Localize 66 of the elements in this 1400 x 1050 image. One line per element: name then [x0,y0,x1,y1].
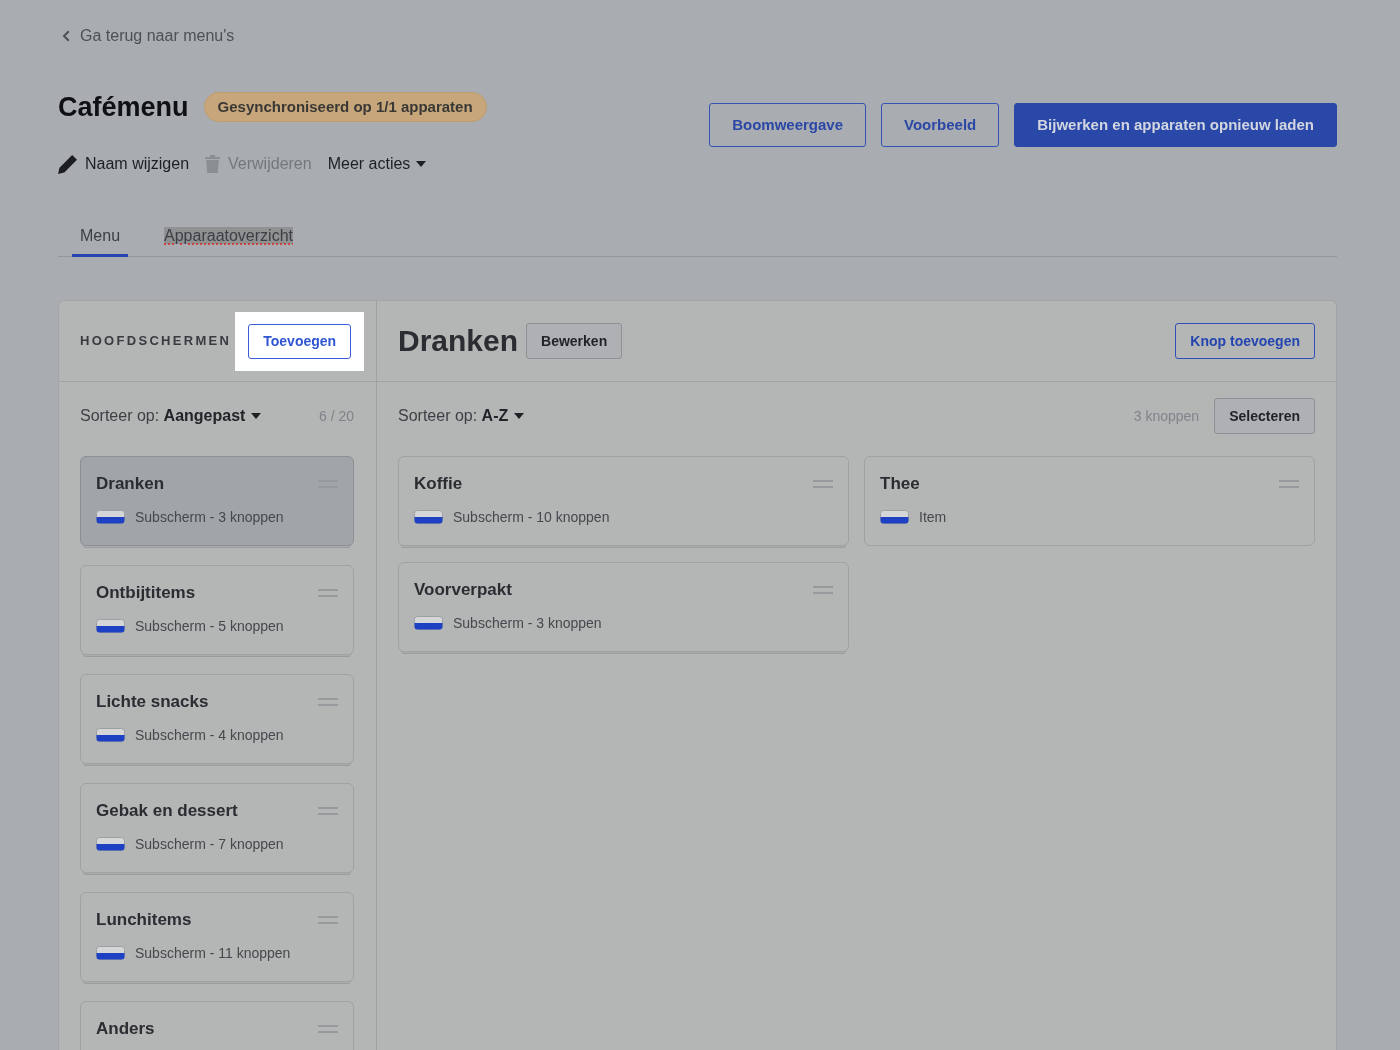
drag-handle-icon [318,807,338,815]
card-title: Thee [880,473,920,495]
card-title: Gebak en dessert [96,800,238,822]
screen-card[interactable]: Ontbijtitems Subscherm - 5 knoppen [80,565,354,655]
card-subtitle: Subscherm - 5 knoppen [135,617,284,636]
pencil-icon [58,154,77,174]
screen-card[interactable]: Dranken Subscherm - 3 knoppen [80,456,354,546]
screen-card[interactable]: Thee Item [864,456,1315,546]
add-button[interactable]: Toevoegen [248,323,352,359]
caret-down-icon [416,161,427,167]
drag-handle-icon [318,589,338,597]
screen-card[interactable]: Koffie Subscherm - 10 knoppen [398,456,849,546]
screen-swatch-icon [96,510,125,524]
card-subtitle: Subscherm - 3 knoppen [453,614,602,633]
tab[interactable]: Apparaatoverzicht [156,219,301,257]
card-title: Ontbijtitems [96,582,196,604]
card-subtitle: Subscherm - 10 knoppen [453,508,610,527]
tab[interactable]: Menu [72,219,129,257]
screen-swatch-icon [96,728,125,742]
drag-handle-icon [318,1025,338,1033]
view-button[interactable]: Voorbeeld [881,103,1000,147]
card-title: Koffie [414,473,463,495]
sync-status-badge: Gesynchroniseerd op 1/1 apparaten [203,92,487,122]
card-title: Dranken [96,473,165,495]
screen-card[interactable]: Gebak en dessert Subscherm - 7 knoppen [80,783,354,873]
chevron-left-icon [62,30,70,42]
screen-swatch-icon [96,619,125,633]
card-subtitle: Subscherm - 7 knoppen [135,835,284,854]
drag-handle-icon [318,916,338,924]
drag-handle-icon [813,586,833,594]
card-subtitle: Item [919,508,947,527]
card-title: Lunchitems [96,909,192,931]
screen-swatch-icon [414,510,443,524]
sort-dropdown[interactable]: Sorteer op: Aangepast [80,404,262,428]
select-button[interactable]: Selecteren [1214,398,1315,434]
rename-button[interactable]: Naam wijzigen [58,152,190,176]
drag-handle-icon [813,480,833,488]
pane-title: Dranken [398,323,519,359]
trash-icon [205,155,221,173]
card-subtitle: Subscherm - 3 knoppen [135,508,284,527]
caret-down-icon [514,413,525,419]
add-button[interactable]: Knop toevoegen [1175,323,1315,359]
drag-handle-icon [1279,480,1299,488]
update-reload-button[interactable]: Bijwerken en apparaten opnieuw laden [1014,103,1337,147]
sort-dropdown[interactable]: Sorteer op: A-Z [398,404,525,428]
card-subtitle: Subscherm - 4 knoppen [135,726,284,745]
page-title: Cafémenu [58,91,189,124]
drag-handle-icon [318,698,338,706]
card-title: Anders [96,1018,155,1040]
screen-swatch-icon [880,510,909,524]
more-actions-dropdown[interactable]: Meer acties [327,152,427,176]
edit-button[interactable]: Bewerken [526,323,623,359]
screen-card[interactable]: Voorverpakt Subscherm - 3 knoppen [398,562,849,652]
card-subtitle: Subscherm - 11 knoppen [135,944,291,963]
back-link[interactable]: Ga terug naar menu's [58,26,235,46]
screen-swatch-icon [96,946,125,960]
card-title: Voorverpakt [414,579,512,601]
view-button[interactable]: Boomweergave [709,103,867,147]
section-heading: HOOFDSCHERMEN [80,332,232,351]
screen-card[interactable]: Lichte snacks Subscherm - 4 knoppen [80,674,354,764]
card-title: Lichte snacks [96,691,209,713]
screen-card[interactable]: Anders [80,1001,354,1050]
screen-card[interactable]: Lunchitems Subscherm - 11 knoppen [80,892,354,982]
screen-swatch-icon [414,616,443,630]
screen-swatch-icon [96,837,125,851]
caret-down-icon [251,413,262,419]
